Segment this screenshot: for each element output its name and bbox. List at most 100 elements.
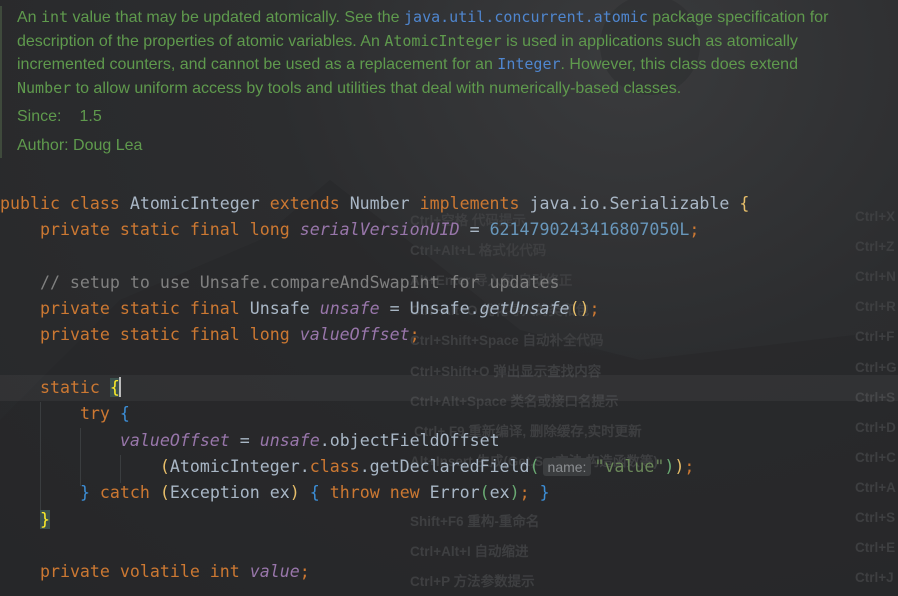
code-token: serialVersionUID [299, 220, 460, 240]
code-token: Number [349, 194, 420, 213]
code-line[interactable]: try { [0, 401, 898, 427]
code-token: catch [89, 483, 160, 503]
code-token: static [39, 378, 110, 398]
code-token: ; [519, 483, 530, 503]
doc-text: value that may be updated atomically. Se… [68, 9, 405, 26]
code-token: throw new [319, 483, 430, 503]
code-line[interactable]: private static final long valueOffset; [0, 322, 898, 348]
code-token: () [569, 299, 590, 319]
javadoc-description: An int value that may be updated atomica… [17, 6, 837, 100]
parameter-hint: name: [542, 457, 592, 476]
code-token: valueOffset [299, 325, 410, 345]
code-line[interactable]: private static final Unsafe unsafe = Uns… [0, 296, 898, 322]
code-token: java.io.Serializable [529, 194, 740, 213]
code-token: // setup to use Unsafe.compareAndSwapInt… [0, 272, 560, 292]
since-value: 1.5 [79, 108, 102, 126]
code-token: Error [429, 483, 480, 503]
code-token: ; [689, 220, 700, 240]
code-token: .getDeclaredField [359, 456, 530, 476]
code-token: ) [674, 456, 685, 476]
code-token: extends [269, 194, 350, 213]
code-token: try [79, 404, 120, 424]
code-line[interactable] [0, 349, 898, 375]
code-token: "value" [594, 456, 665, 476]
doc-text: to allow uniform access by tools and uti… [71, 79, 682, 97]
code-token: } [539, 483, 550, 503]
code-token: ; [684, 456, 695, 476]
code-token: ( [479, 483, 490, 503]
code-line[interactable]: // setup to use Unsafe.compareAndSwapInt… [0, 270, 898, 296]
code-line[interactable]: private static final long serialVersionU… [0, 217, 898, 243]
code-token: ) [289, 483, 300, 503]
code-line[interactable]: } catch (Exception ex) { throw new Error… [0, 480, 898, 506]
doc-text: . However, this class does extend [560, 56, 798, 74]
code-token: public class [0, 194, 130, 213]
doc-text: An [17, 9, 42, 26]
code-editor[interactable]: public class AtomicInteger extends Numbe… [0, 191, 898, 585]
code-token: ( [159, 483, 170, 503]
code-token: = [459, 220, 490, 240]
code-token: = [229, 430, 260, 450]
code-token: ex [489, 483, 510, 503]
code-token: Exception ex [169, 483, 290, 503]
code-token: unsafe [259, 430, 320, 450]
code-token: ; [589, 299, 600, 319]
code-token: } [39, 509, 50, 529]
code-token: private static final long [39, 220, 300, 240]
since-label: Since: [17, 108, 62, 126]
code-token: ; [299, 562, 310, 582]
code-token: { [119, 404, 130, 424]
code-token: { [309, 483, 320, 503]
code-token: { [739, 194, 750, 213]
text-caret [118, 377, 121, 398]
code-token: class [309, 456, 360, 476]
code-token: private static final long [39, 325, 300, 345]
code-token: AtomicInteger. [169, 456, 310, 476]
code-line[interactable] [0, 244, 898, 270]
code-line[interactable]: } [0, 507, 898, 533]
code-token: value [249, 562, 300, 582]
javadoc-since: Since: 1.5 [17, 105, 877, 129]
code-token: ( [529, 456, 540, 476]
code-token: AtomicInteger [129, 194, 270, 213]
code-token: private volatile int [39, 562, 250, 582]
code-token: Unsafe [249, 299, 320, 319]
code-line[interactable]: static { [0, 375, 898, 402]
code-token: private static final [39, 299, 250, 319]
doc-code: Number [17, 78, 72, 97]
code-token: ) [664, 456, 675, 476]
code-line[interactable]: private volatile int value; [0, 559, 898, 585]
doc-link[interactable]: Integer [497, 55, 560, 73]
doc-code: AtomicInteger [384, 31, 502, 50]
code-token: valueOffset [119, 430, 230, 450]
javadoc-panel: An int value that may be updated atomica… [0, 6, 877, 159]
code-token: ; [409, 325, 420, 345]
code-token: getUnsafe [479, 299, 570, 319]
code-line[interactable]: (AtomicInteger.class.getDeclaredField(na… [0, 454, 898, 480]
code-line[interactable]: valueOffset = unsafe.objectFieldOffset [0, 428, 898, 454]
doc-link[interactable]: java.util.concurrent.atomic [404, 8, 648, 26]
javadoc-author: Author: Doug Lea [17, 137, 143, 155]
code-token: ( [159, 456, 170, 476]
code-token: unsafe [319, 299, 380, 319]
code-token: implements [419, 194, 530, 213]
code-token: ) [509, 483, 520, 503]
code-token: .objectFieldOffset [319, 430, 500, 450]
code-token: } [79, 483, 90, 503]
code-line[interactable]: public class AtomicInteger extends Numbe… [0, 191, 898, 217]
doc-code: int [41, 8, 69, 26]
code-token: = Unsafe. [379, 299, 480, 319]
code-line[interactable] [0, 533, 898, 559]
